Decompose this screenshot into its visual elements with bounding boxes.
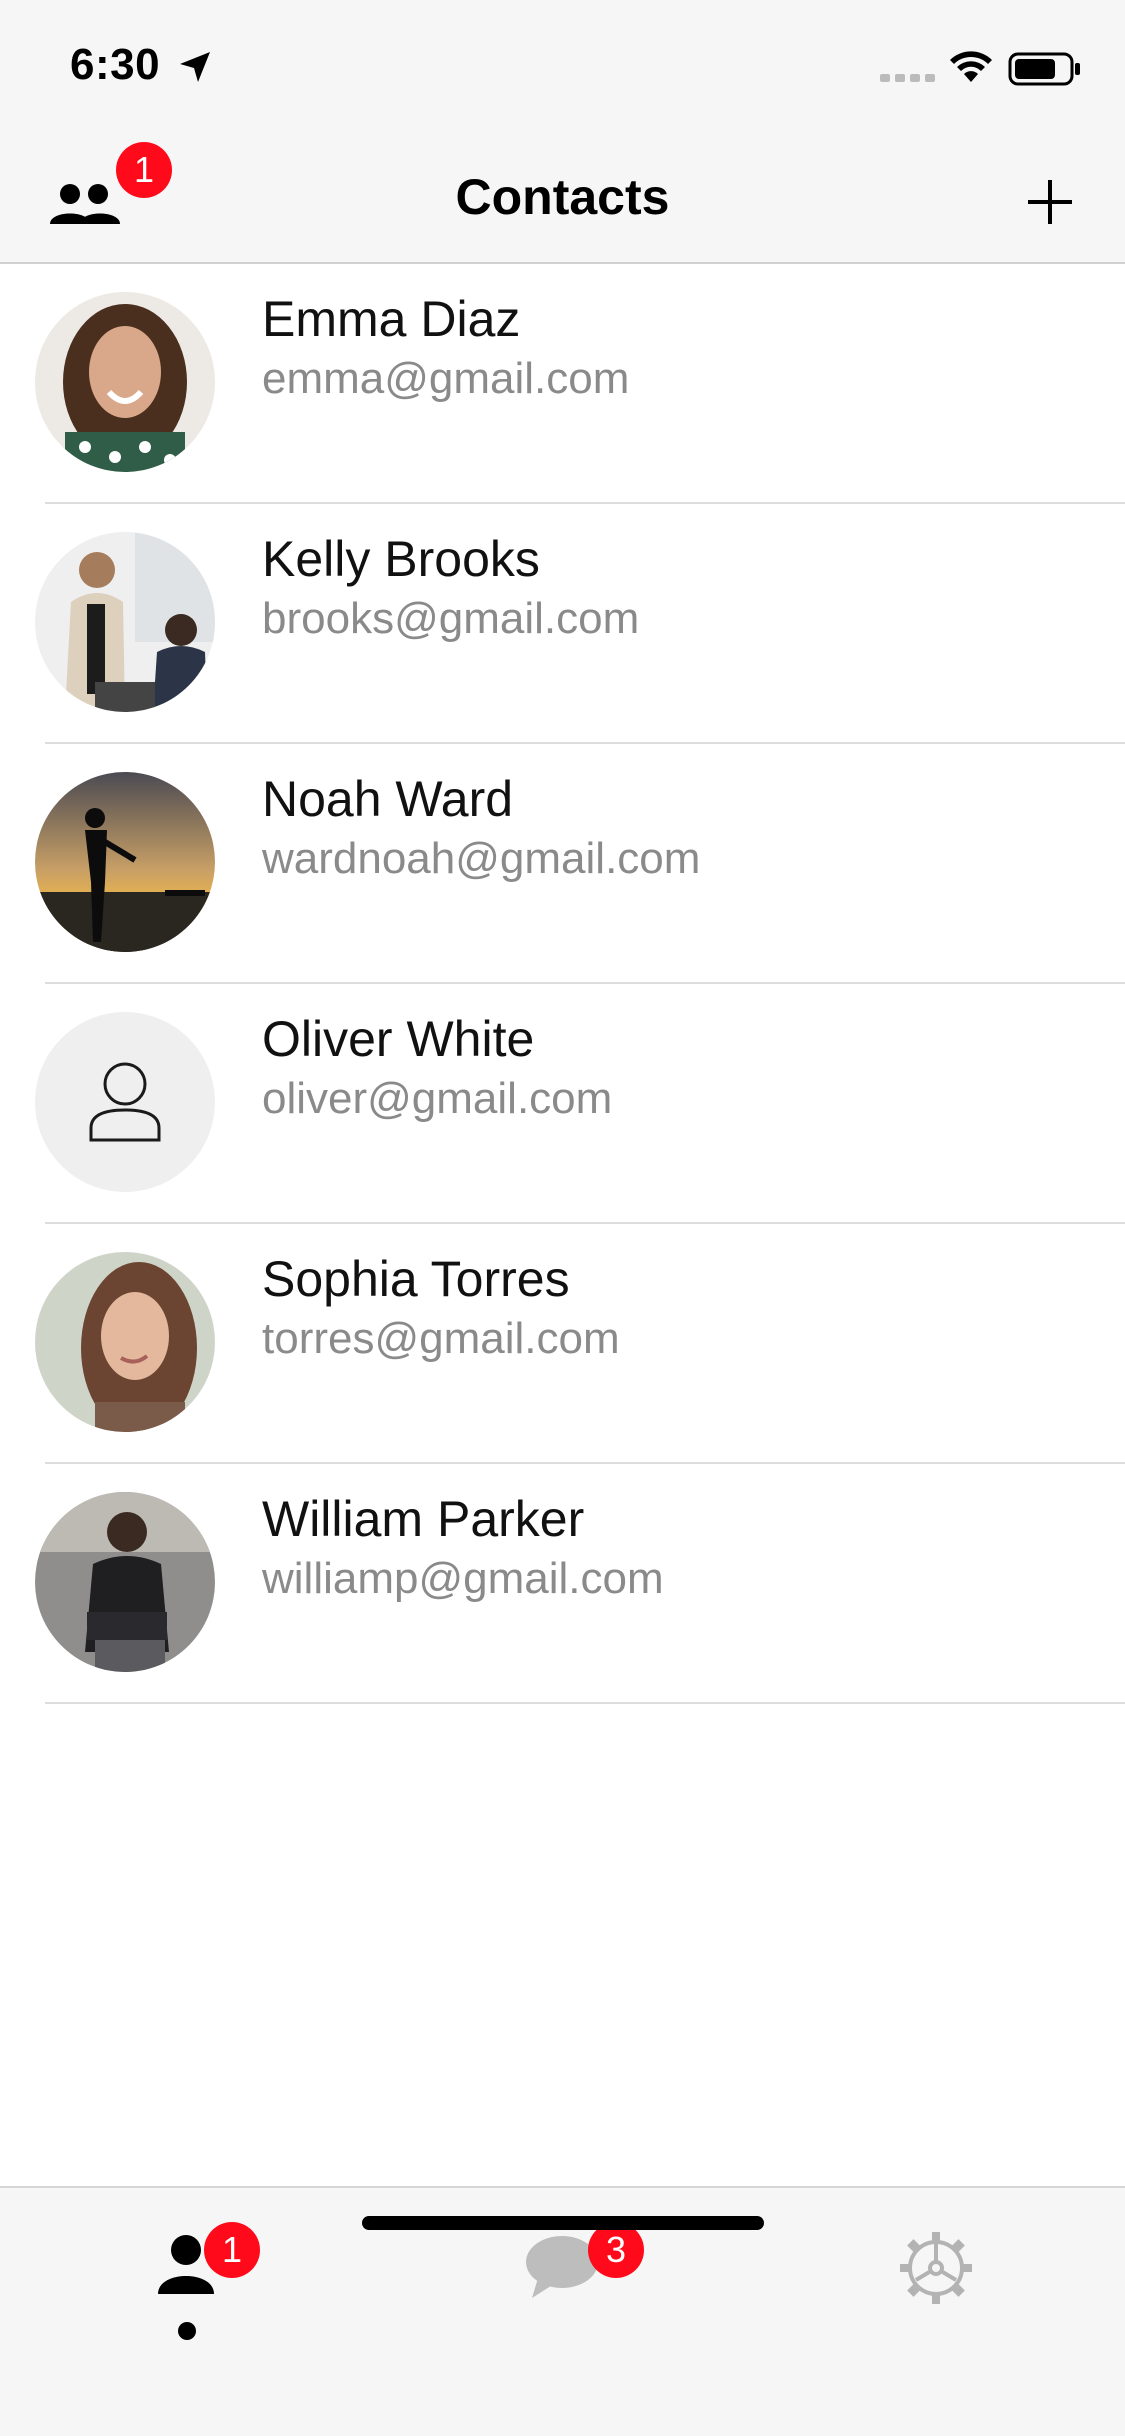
avatar bbox=[35, 772, 215, 952]
tab-settings[interactable] bbox=[866, 2208, 1006, 2348]
wifi-icon bbox=[950, 51, 992, 82]
contact-email: wardnoah@gmail.com bbox=[262, 834, 701, 883]
add-contact-button[interactable] bbox=[1020, 172, 1080, 232]
contact-email: torres@gmail.com bbox=[262, 1314, 620, 1363]
active-tab-indicator bbox=[178, 2322, 196, 2340]
avatar bbox=[35, 1252, 215, 1432]
contact-email: emma@gmail.com bbox=[262, 354, 630, 403]
contact-email: oliver@gmail.com bbox=[262, 1074, 613, 1123]
contact-row[interactable]: Sophia Torres torres@gmail.com bbox=[0, 1224, 1125, 1464]
row-divider bbox=[45, 1702, 1125, 1704]
contact-row[interactable]: Oliver White oliver@gmail.com bbox=[0, 984, 1125, 1224]
status-time: 6:30 bbox=[70, 40, 161, 89]
location-arrow-icon bbox=[180, 52, 210, 82]
contact-name: Sophia Torres bbox=[262, 1251, 570, 1307]
battery-icon bbox=[1008, 52, 1080, 86]
status-bar: 6:30 bbox=[0, 0, 1125, 132]
contact-email: brooks@gmail.com bbox=[262, 594, 640, 643]
chats-badge: 3 bbox=[588, 2222, 644, 2278]
plus-icon bbox=[1028, 180, 1072, 224]
nav-bar: 1 Contacts bbox=[0, 132, 1125, 264]
contact-name: Emma Diaz bbox=[262, 291, 521, 347]
avatar bbox=[35, 1012, 215, 1192]
gear-icon bbox=[900, 2232, 972, 2304]
person-placeholder-icon bbox=[89, 1062, 161, 1142]
contact-name: William Parker bbox=[262, 1491, 585, 1547]
contact-row[interactable]: William Parker williamp@gmail.com bbox=[0, 1464, 1125, 1704]
contact-row[interactable]: Kelly Brooks brooks@gmail.com bbox=[0, 504, 1125, 744]
contact-list: Emma Diaz emma@gmail.com Kelly Brooks br… bbox=[0, 264, 1125, 1704]
home-indicator bbox=[362, 2216, 764, 2230]
avatar bbox=[35, 532, 215, 712]
contact-email: williamp@gmail.com bbox=[262, 1554, 664, 1603]
contact-row[interactable]: Emma Diaz emma@gmail.com bbox=[0, 264, 1125, 504]
contact-name: Kelly Brooks bbox=[262, 531, 540, 587]
avatar bbox=[35, 1492, 215, 1672]
cellular-signal-icon bbox=[880, 74, 935, 82]
avatar bbox=[35, 292, 215, 472]
page-title: Contacts bbox=[455, 169, 670, 225]
contact-row[interactable]: Noah Ward wardnoah@gmail.com bbox=[0, 744, 1125, 984]
contact-name: Noah Ward bbox=[262, 771, 514, 827]
contacts-badge: 1 bbox=[204, 2222, 260, 2278]
contact-name: Oliver White bbox=[262, 1011, 535, 1067]
